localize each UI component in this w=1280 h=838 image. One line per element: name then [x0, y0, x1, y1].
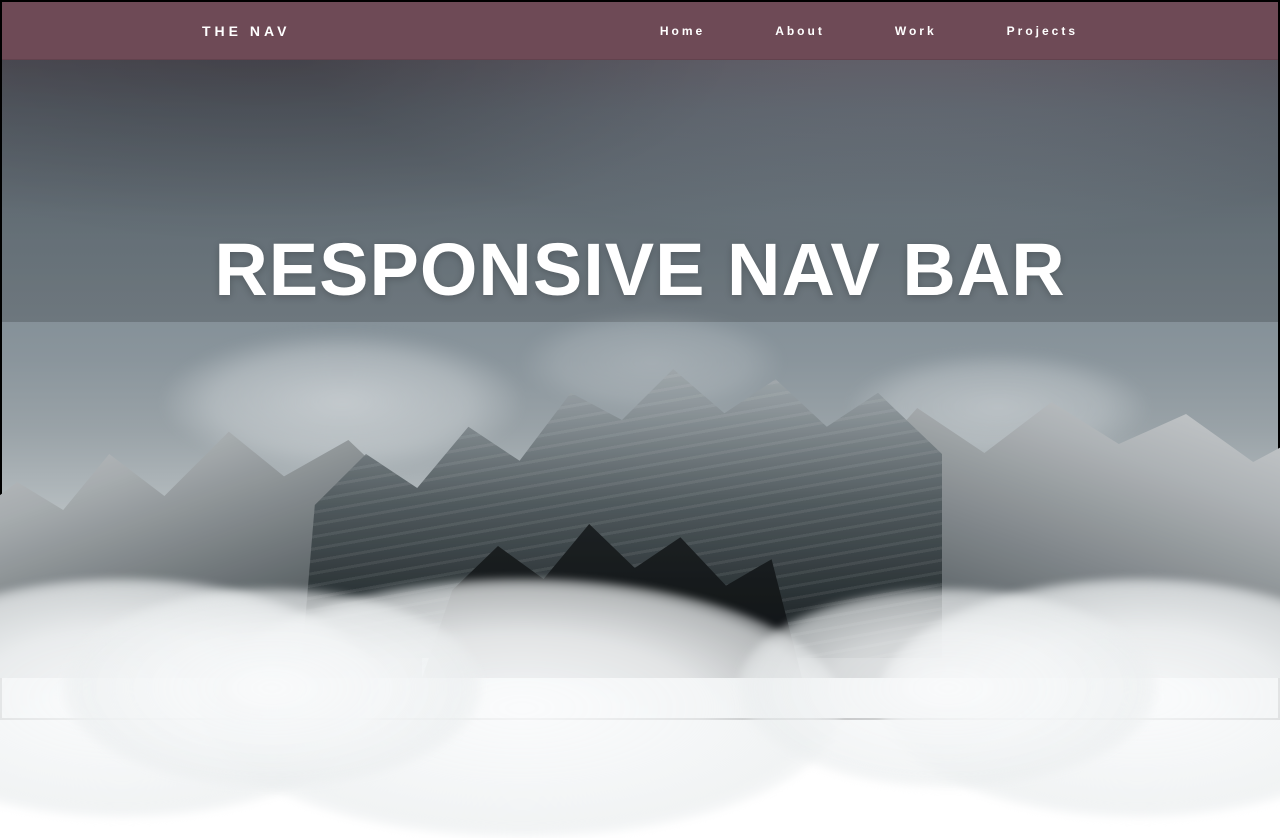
- nav-link-projects[interactable]: Projects: [1007, 24, 1078, 38]
- navbar: THE NAV Home About Work Projects: [2, 2, 1278, 60]
- hero-title: RESPONSIVE NAV BAR: [2, 227, 1278, 312]
- low-clouds: [0, 498, 1280, 758]
- nav-link-work[interactable]: Work: [895, 24, 937, 38]
- nav-links: Home About Work Projects: [660, 24, 1078, 38]
- fog-cloud: [738, 588, 1158, 788]
- fog-cloud: [62, 588, 482, 788]
- nav-link-about[interactable]: About: [775, 24, 825, 38]
- brand-logo[interactable]: THE NAV: [202, 23, 290, 39]
- nav-link-home[interactable]: Home: [660, 24, 705, 38]
